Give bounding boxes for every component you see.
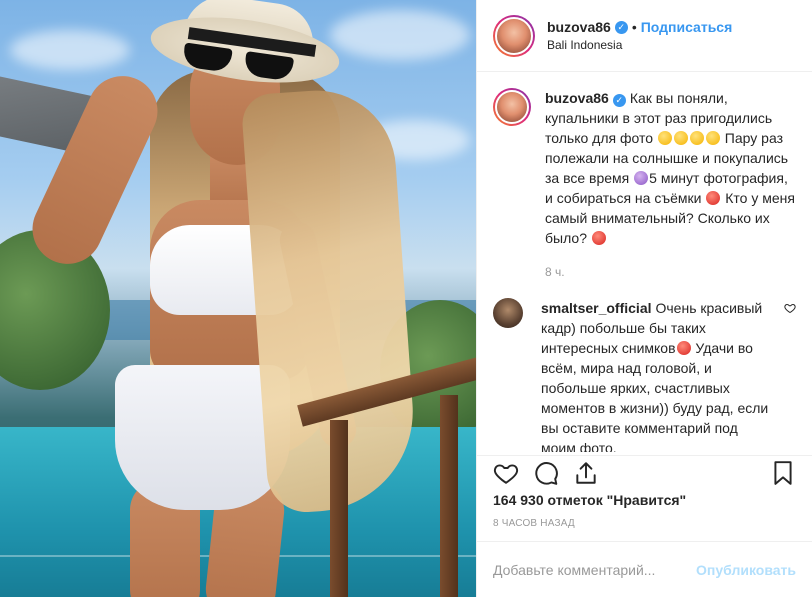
verified-badge-icon: ✓ <box>614 20 628 34</box>
commenter-username[interactable]: smaltser_official <box>541 300 652 316</box>
caption-username[interactable]: buzova86 <box>545 90 609 106</box>
caption-time[interactable]: 8 ч. <box>545 262 796 282</box>
comment-text: Удачи во всём, мира над головой, и побол… <box>541 340 769 452</box>
post-photo[interactable] <box>0 0 476 597</box>
caption-comment: buzova86 ✓ Как вы поняли, купальники в это… <box>493 88 796 282</box>
emoji-icon <box>676 341 691 355</box>
post-actions-bar <box>477 455 812 489</box>
comment-input[interactable] <box>493 561 689 578</box>
add-comment-bar: Опубликовать <box>477 541 812 597</box>
post-header: buzova86 ✓ • Подписаться Bali Indonesia <box>477 0 812 72</box>
photo-arm <box>21 64 169 276</box>
emoji-icon <box>634 171 649 185</box>
emoji-icon <box>591 231 606 245</box>
emoji-icon <box>689 131 704 145</box>
caption-author-avatar[interactable] <box>493 88 531 126</box>
posted-time[interactable]: 8 часов назад <box>493 518 575 529</box>
author-avatar[interactable] <box>493 14 535 57</box>
emoji-icon <box>706 191 721 205</box>
comments-list[interactable]: buzova86 ✓ Как вы поняли, купальники в это… <box>477 72 812 452</box>
follow-button[interactable]: Подписаться <box>641 19 733 35</box>
publish-button[interactable]: Опубликовать <box>696 562 796 578</box>
author-info: buzova86 ✓ • Подписаться Bali Indonesia <box>547 19 732 52</box>
post-side-panel: buzova86 ✓ • Подписаться Bali Indonesia … <box>476 0 812 597</box>
photo-railing-post <box>330 420 348 597</box>
post-location[interactable]: Bali Indonesia <box>547 38 732 52</box>
emoji-icon <box>673 131 688 145</box>
photo-person <box>0 0 476 597</box>
comment-item: smaltser_official Очень красивый кадр) по… <box>493 298 796 452</box>
comment-bubble-icon[interactable] <box>533 460 559 486</box>
like-heart-icon[interactable] <box>493 460 519 486</box>
comment-body: smaltser_official Очень красивый кадр) по… <box>541 298 772 452</box>
bookmark-icon[interactable] <box>770 460 796 486</box>
emoji-icon <box>705 131 720 145</box>
emoji-icon <box>657 131 672 145</box>
author-username[interactable]: buzova86 <box>547 19 611 35</box>
photo-railing-post <box>440 395 458 597</box>
instagram-post: buzova86 ✓ • Подписаться Bali Indonesia … <box>0 0 812 597</box>
verified-badge-icon: ✓ <box>612 94 626 107</box>
share-arrow-icon[interactable] <box>573 460 599 486</box>
likes-count[interactable]: 164 930 отметок "Нравится" <box>493 492 686 508</box>
comment-like-heart-icon[interactable] <box>784 302 796 314</box>
caption-body: buzova86 ✓ Как вы поняли, купальники в это… <box>545 88 796 282</box>
separator-dot: • <box>631 19 637 35</box>
commenter-avatar[interactable] <box>493 298 523 328</box>
